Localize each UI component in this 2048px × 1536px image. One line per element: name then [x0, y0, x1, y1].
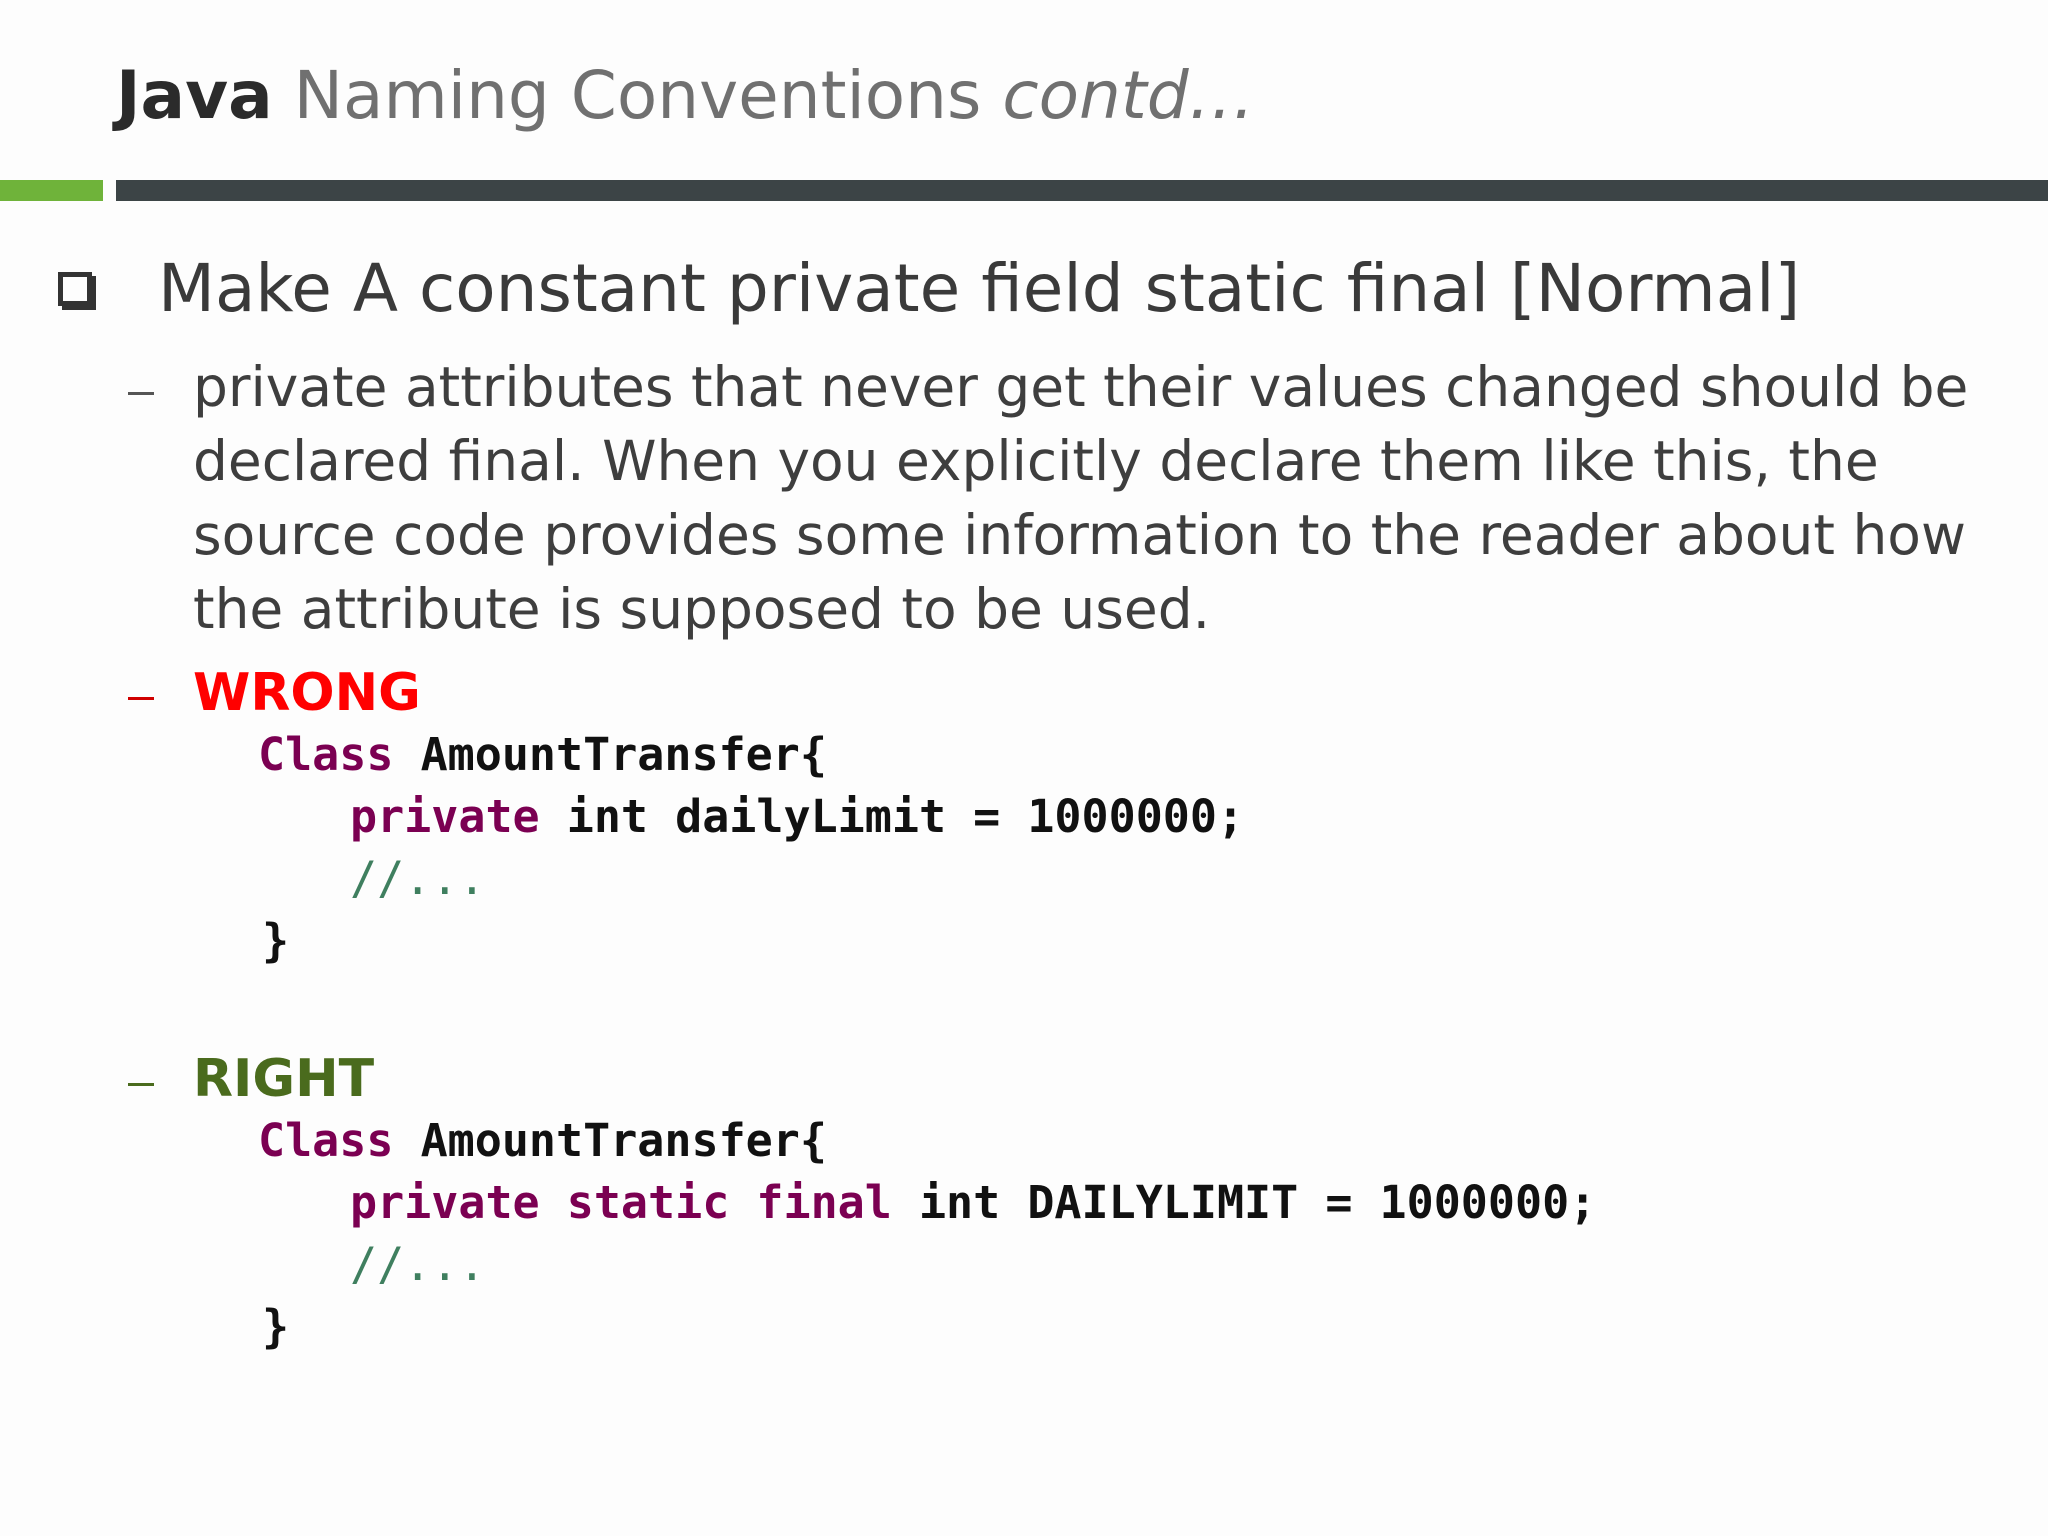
explanation-line: declared final. When you explicitly decl… [193, 429, 1879, 493]
code-class-name: AmountTransfer{ [420, 728, 827, 781]
slide-title: Java Naming Conventions contd… [116, 48, 1255, 144]
explanation-paragraph: private attributes that never get their … [193, 350, 2013, 646]
accent-bar [0, 180, 103, 201]
title-bold: Java [116, 57, 273, 134]
dash-bullet-icon [128, 1083, 154, 1086]
title-rule [116, 180, 2048, 201]
checkbox-bullet-icon [58, 272, 92, 306]
code-class-name: AmountTransfer{ [420, 1114, 827, 1167]
code-comment: //... [350, 1238, 486, 1291]
slide: Java Naming Conventions contd… Make A co… [0, 0, 2048, 1536]
code-close-brace: } [262, 1300, 290, 1353]
code-keyword: Class [258, 1114, 394, 1167]
code-field-declaration: int DAILYLIMIT = 1000000; [918, 1176, 1597, 1229]
dash-bullet-icon [128, 392, 154, 395]
code-line-class: Class AmountTransfer{ [258, 724, 827, 786]
title-italic: contd… [1002, 57, 1255, 134]
code-keyword: private static final [350, 1176, 892, 1229]
explanation-line: the attribute is supposed to be used. [193, 577, 1211, 641]
code-keyword: private [350, 790, 540, 843]
code-comment: //... [350, 852, 486, 905]
explanation-line: source code provides some information to… [193, 503, 1966, 567]
code-line-field: private static final int DAILYLIMIT = 10… [350, 1172, 1596, 1234]
wrong-label: WRONG [193, 663, 421, 723]
code-line-class: Class AmountTransfer{ [258, 1110, 827, 1172]
explanation-line: private attributes that never get their … [193, 355, 1969, 419]
code-field-declaration: int dailyLimit = 1000000; [566, 790, 1245, 843]
code-keyword: Class [258, 728, 394, 781]
code-close-brace: } [262, 914, 290, 967]
title-regular: Naming Conventions [293, 57, 982, 134]
dash-bullet-icon [128, 697, 154, 700]
code-line-field: private int dailyLimit = 1000000; [350, 786, 1244, 848]
main-point: Make A constant private field static fin… [158, 250, 1801, 327]
right-label: RIGHT [193, 1049, 375, 1109]
